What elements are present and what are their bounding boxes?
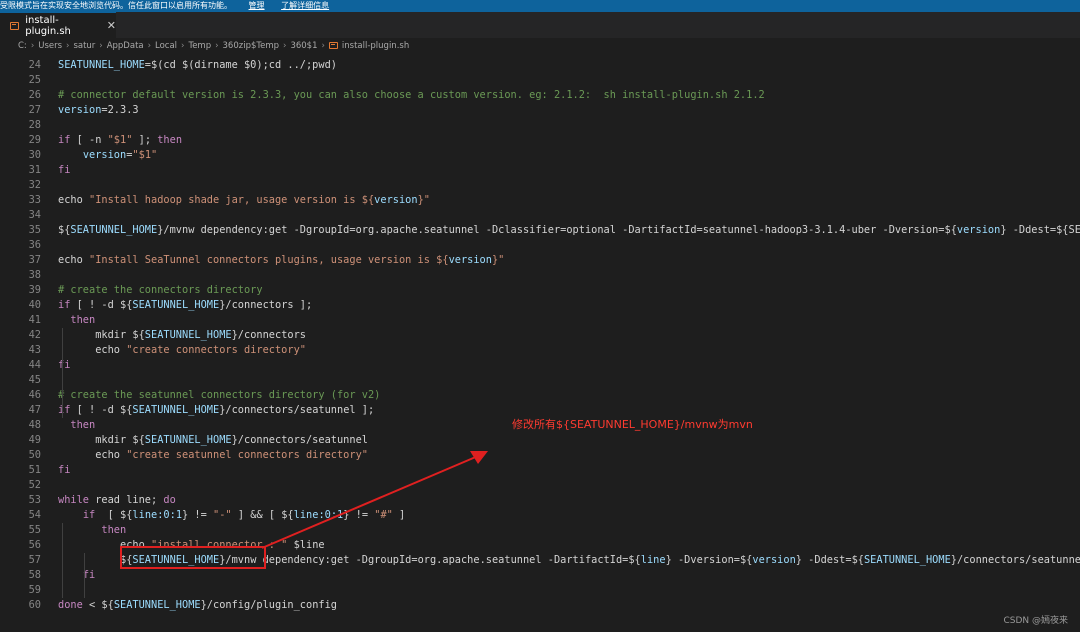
annotation-text: 修改所有${SEATUNNEL_HOME}/mvnw为mvn [512,418,753,431]
watermark: CSDN @嫣夜来 [1003,616,1068,626]
annotation-arrow [261,451,488,549]
